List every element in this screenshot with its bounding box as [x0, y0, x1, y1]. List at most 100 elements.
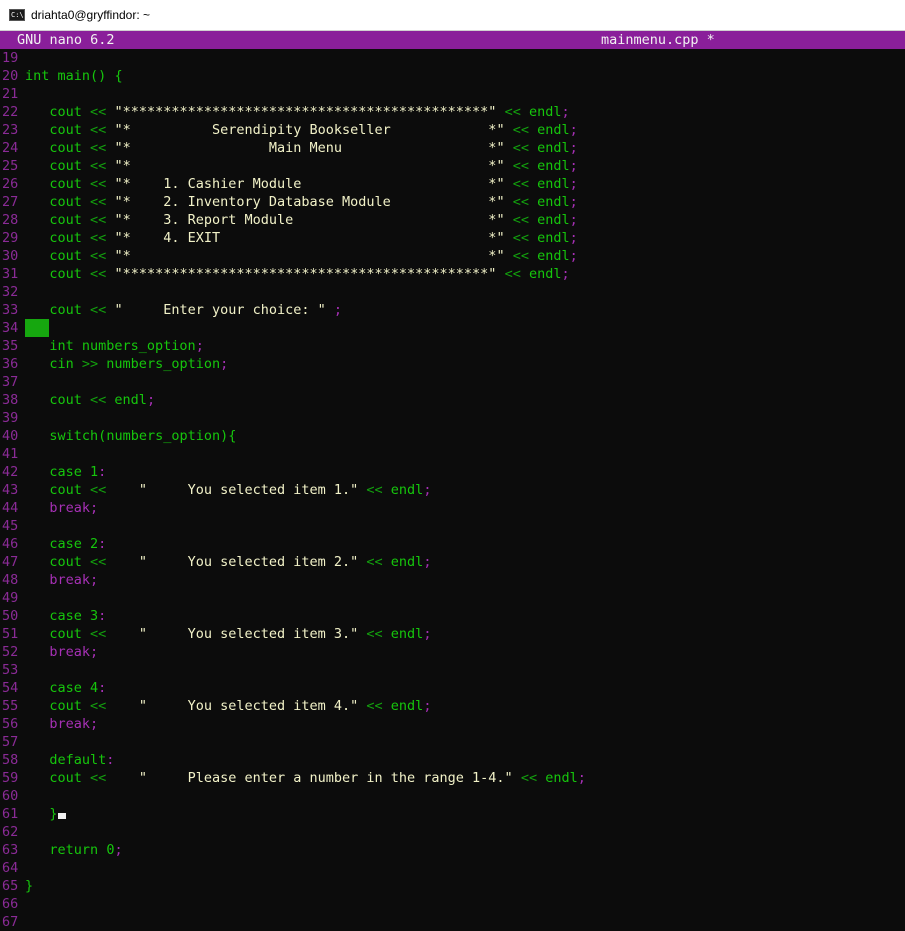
line-number: 44 — [2, 500, 19, 516]
code-line[interactable]: 59 cout << " Please enter a number in th… — [0, 769, 905, 787]
line-number: 51 — [2, 626, 19, 642]
code-token: default — [25, 752, 107, 768]
code-line[interactable]: 33 cout << " Enter your choice: " ; — [0, 301, 905, 319]
code-token: endl — [528, 140, 570, 156]
code-token: ; — [569, 212, 578, 228]
code-line[interactable]: 67 — [0, 913, 905, 931]
line-number: 53 — [2, 662, 19, 678]
code-line[interactable]: 55 cout << " You selected item 4." << en… — [0, 697, 905, 715]
line-number: 31 — [2, 266, 19, 282]
code-line[interactable]: 40 switch(numbers_option){ — [0, 427, 905, 445]
code-token: ; — [220, 356, 229, 372]
string-literal: " You selected item 4." — [138, 698, 359, 714]
code-line[interactable]: 21 — [0, 85, 905, 103]
code-line[interactable]: 28 cout << "* 3. Report Module *" << end… — [0, 211, 905, 229]
code-line[interactable]: 62 — [0, 823, 905, 841]
code-token: << — [90, 554, 107, 570]
code-line[interactable]: 44 break; — [0, 499, 905, 517]
code-line[interactable]: 37 — [0, 373, 905, 391]
code-line[interactable]: 49 — [0, 589, 905, 607]
code-line[interactable]: 64 — [0, 859, 905, 877]
code-line[interactable]: 25 cout << "* *" << endl; — [0, 157, 905, 175]
code-line[interactable]: 34 — [0, 319, 905, 337]
code-line[interactable]: 57 — [0, 733, 905, 751]
code-text: } — [25, 805, 66, 823]
code-line[interactable]: 61 } — [0, 805, 905, 823]
nano-filename-label: mainmenu.cpp * — [601, 32, 715, 48]
code-token: endl — [528, 194, 570, 210]
line-number: 66 — [2, 896, 19, 912]
code-line[interactable]: 48 break; — [0, 571, 905, 589]
code-token: break — [49, 572, 91, 588]
code-text: cin >> numbers_option; — [25, 355, 228, 373]
nano-header-bar: GNU nano 6.2 mainmenu.cpp * — [0, 31, 905, 49]
code-line[interactable]: 63 return 0; — [0, 841, 905, 859]
line-number: 24 — [2, 140, 19, 156]
code-line[interactable]: 27 cout << "* 2. Inventory Database Modu… — [0, 193, 905, 211]
code-line[interactable]: 26 cout << "* 1. Cashier Module *" << en… — [0, 175, 905, 193]
code-text: case 1: — [25, 463, 106, 481]
code-text: break; — [25, 499, 98, 517]
string-literal: " Please enter a number in the range 1-4… — [138, 770, 513, 786]
code-line[interactable]: 45 — [0, 517, 905, 535]
code-line[interactable]: 31 cout << "****************************… — [0, 265, 905, 283]
code-line[interactable]: 51 cout << " You selected item 3." << en… — [0, 625, 905, 643]
code-token: cout — [25, 698, 91, 714]
line-number: 63 — [2, 842, 19, 858]
code-token: << — [90, 176, 107, 192]
code-line[interactable]: 53 — [0, 661, 905, 679]
code-line[interactable]: 42 case 1: — [0, 463, 905, 481]
code-line[interactable]: 19 — [0, 49, 905, 67]
code-line[interactable]: 58 default: — [0, 751, 905, 769]
code-line[interactable]: 46 case 2: — [0, 535, 905, 553]
code-line[interactable]: 38 cout << endl; — [0, 391, 905, 409]
code-token: ; — [146, 392, 156, 408]
code-line[interactable]: 23 cout << "* Serendipity Bookseller *" … — [0, 121, 905, 139]
editor-area[interactable]: 19 20 int main() {21 22 cout << "**********… — [0, 49, 905, 931]
code-line[interactable]: 20 int main() { — [0, 67, 905, 85]
terminal-icon: C:\ — [9, 9, 25, 21]
code-line[interactable]: 29 cout << "* 4. EXIT *" << endl; — [0, 229, 905, 247]
code-token: numbers_option — [98, 356, 221, 372]
line-number: 22 — [2, 104, 19, 120]
code-line[interactable]: 60 — [0, 787, 905, 805]
code-token: << — [512, 140, 529, 156]
window-titlebar[interactable]: C:\ driahta0@gryffindor: ~ — [0, 0, 905, 31]
code-line[interactable]: 24 cout << "* Main Menu *" << endl; — [0, 139, 905, 157]
line-number: 59 — [2, 770, 19, 786]
code-token: ; — [114, 842, 123, 858]
code-line[interactable]: 65} — [0, 877, 905, 895]
code-line[interactable]: 41 — [0, 445, 905, 463]
code-line[interactable]: 47 cout << " You selected item 2." << en… — [0, 553, 905, 571]
code-line[interactable]: 32 — [0, 283, 905, 301]
code-token: ; — [90, 572, 99, 588]
code-text: cout << " Enter your choice: " ; — [25, 301, 342, 319]
code-line[interactable]: 39 — [0, 409, 905, 427]
code-line[interactable]: 56 break; — [0, 715, 905, 733]
code-line[interactable]: 35 int numbers_option; — [0, 337, 905, 355]
code-line[interactable]: 22 cout << "****************************… — [0, 103, 905, 121]
code-line[interactable]: 54 case 4: — [0, 679, 905, 697]
code-token: return — [49, 842, 99, 858]
code-line[interactable]: 43 cout << " You selected item 1." << en… — [0, 481, 905, 499]
line-number: 46 — [2, 536, 19, 552]
code-token: ; — [561, 266, 570, 282]
code-line[interactable]: 30 cout << "* *" << endl; — [0, 247, 905, 265]
code-line[interactable]: 66 — [0, 895, 905, 913]
code-token: : — [106, 752, 115, 768]
code-token: break — [49, 716, 91, 732]
code-line[interactable]: 36 cin >> numbers_option; — [0, 355, 905, 373]
code-line[interactable]: 52 break; — [0, 643, 905, 661]
code-text: case 2: — [25, 535, 106, 553]
string-literal: "* 1. Cashier Module *" — [114, 176, 505, 192]
code-text: cout << "* Main Menu *" << endl; — [25, 139, 577, 157]
line-number: 43 — [2, 482, 19, 498]
code-token: cout — [25, 482, 91, 498]
code-line[interactable]: 50 case 3: — [0, 607, 905, 625]
